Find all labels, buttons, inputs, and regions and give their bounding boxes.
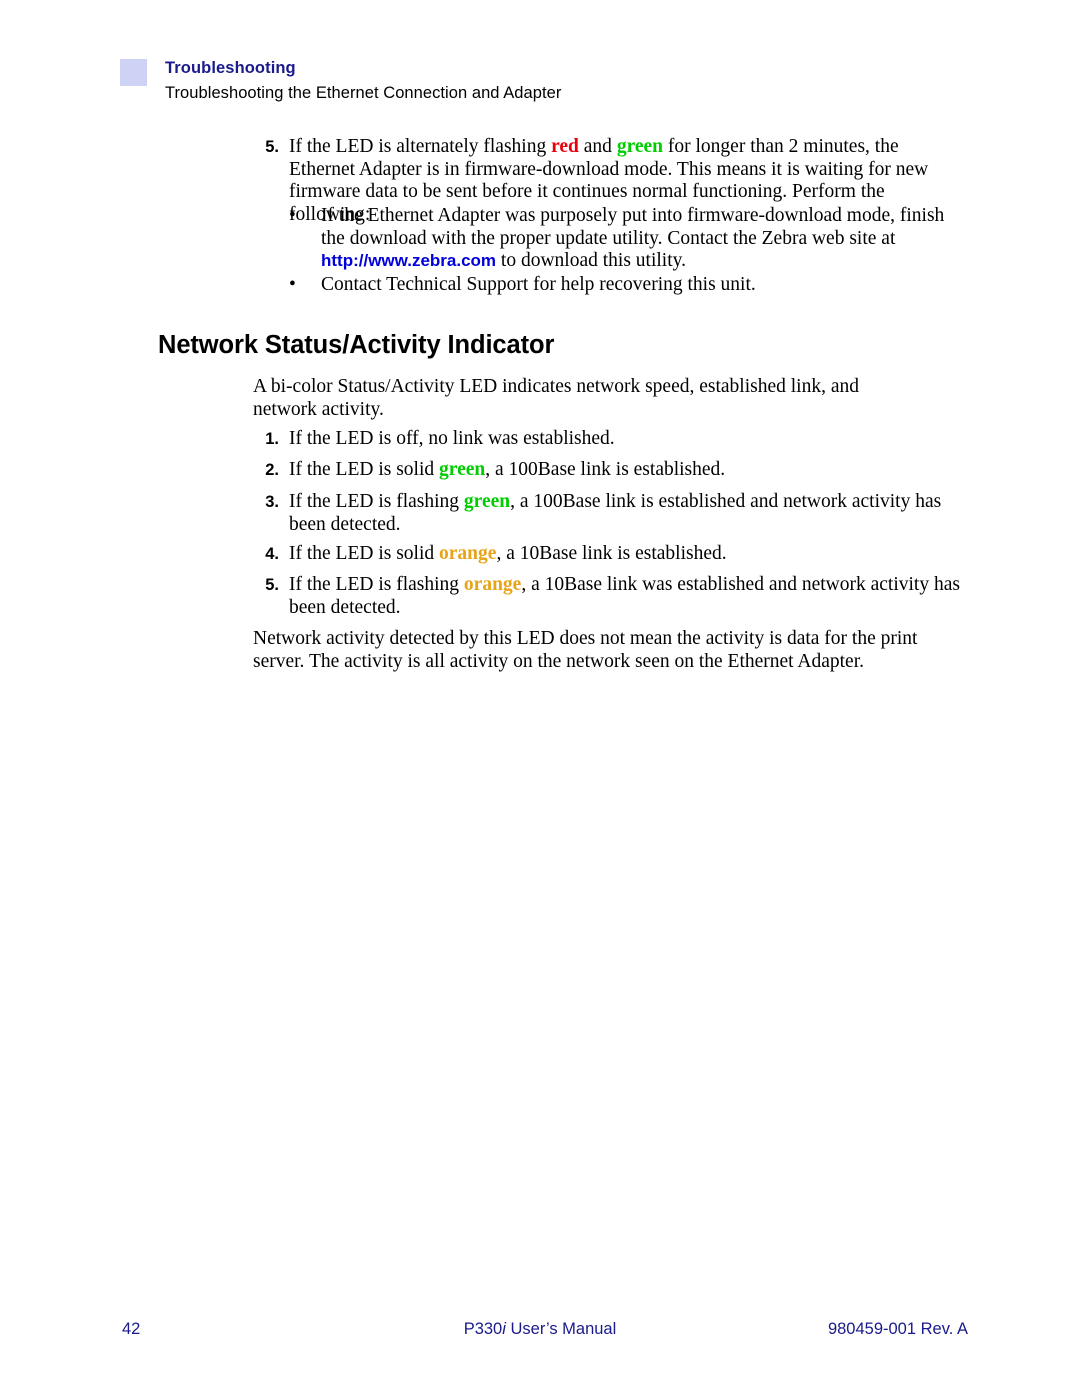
list-item-text: If the LED is solid orange, a 10Base lin…: [289, 543, 727, 566]
bullet-item-text: If the Ethernet Adapter was purposely pu…: [321, 205, 959, 273]
text-segment: , a 10Base link is established.: [496, 543, 727, 564]
list-item-text: If the LED is solid green, a 100Base lin…: [289, 459, 725, 482]
list-item-number: 4.: [265, 545, 279, 563]
text-segment: If the Ethernet Adapter was purposely pu…: [321, 205, 945, 249]
bullet-marker: •: [289, 274, 296, 295]
table-row: 1. If the LED is off, no link was establ…: [255, 428, 960, 451]
text-segment: If the LED is off, no link was establish…: [289, 428, 615, 449]
header-section-subtitle: Troubleshooting the Ethernet Connection …: [165, 84, 562, 103]
list-item-text: If the LED is flashing orange, a 10Base …: [289, 574, 960, 619]
intro-paragraph: A bi-color Status/Activity LED indicates…: [253, 376, 860, 420]
text-segment: If the LED is flashing: [289, 574, 464, 595]
table-row: 3. If the LED is flashing green, a 100Ba…: [255, 491, 960, 536]
text-segment: If the LED is alternately flashing: [289, 136, 552, 157]
document-page: Troubleshooting Troubleshooting the Ethe…: [0, 0, 1080, 1397]
text-segment: Contact Technical Support for help recov…: [321, 274, 756, 295]
keyword-orange: orange: [463, 574, 522, 595]
running-header: Troubleshooting Troubleshooting the Ethe…: [120, 57, 561, 106]
closing-paragraph: Network activity detected by this LED do…: [253, 628, 918, 672]
bullet-marker: •: [289, 205, 296, 226]
list-item-text: If the LED is flashing green, a 100Base …: [289, 491, 960, 536]
text-segment: to download this utility.: [496, 250, 686, 271]
list-item-number: 5.: [265, 576, 279, 594]
text-segment: , a 100Base link is established.: [485, 459, 726, 480]
keyword-orange: orange: [439, 543, 497, 564]
list-item-number: 1.: [265, 430, 279, 448]
text-segment: If the LED is solid: [289, 543, 440, 564]
list-item-number: 2.: [265, 461, 279, 479]
header-color-swatch: [120, 59, 147, 86]
bullet-item-text: Contact Technical Support for help recov…: [321, 274, 756, 297]
keyword-green: green: [439, 459, 486, 480]
table-row: 2. If the LED is solid green, a 100Base …: [255, 459, 960, 482]
bullet-item: • If the Ethernet Adapter was purposely …: [289, 205, 959, 273]
text-segment: If the LED is solid: [289, 459, 440, 480]
list-item-number: 3.: [265, 493, 279, 511]
list-item-text: If the LED is off, no link was establish…: [289, 428, 615, 451]
bullet-item: • Contact Technical Support for help rec…: [289, 274, 959, 297]
text-segment: User’s Manual: [505, 1320, 617, 1338]
list-item-number: 5.: [265, 138, 279, 156]
text-segment: P330: [463, 1320, 503, 1338]
page-footer: 42 P330i User’s Manual 980459-001 Rev. A: [0, 1320, 1080, 1346]
footer-document-id: 980459-001 Rev. A: [827, 1320, 968, 1338]
keyword-green: green: [463, 491, 511, 512]
header-text-block: Troubleshooting Troubleshooting the Ethe…: [165, 57, 561, 106]
keyword-red: red: [551, 136, 579, 157]
page-title: Network Status/Activity Indicator: [158, 331, 555, 359]
text-segment: and: [578, 136, 617, 157]
table-row: 5. If the LED is flashing orange, a 10Ba…: [255, 574, 960, 619]
keyword-green: green: [616, 136, 664, 157]
header-chapter-title: Troubleshooting: [165, 59, 296, 77]
table-row: 4. If the LED is solid orange, a 10Base …: [255, 543, 960, 566]
zebra-website-link[interactable]: http://www.zebra.com: [321, 251, 496, 270]
text-segment: If the LED is flashing: [289, 491, 464, 512]
